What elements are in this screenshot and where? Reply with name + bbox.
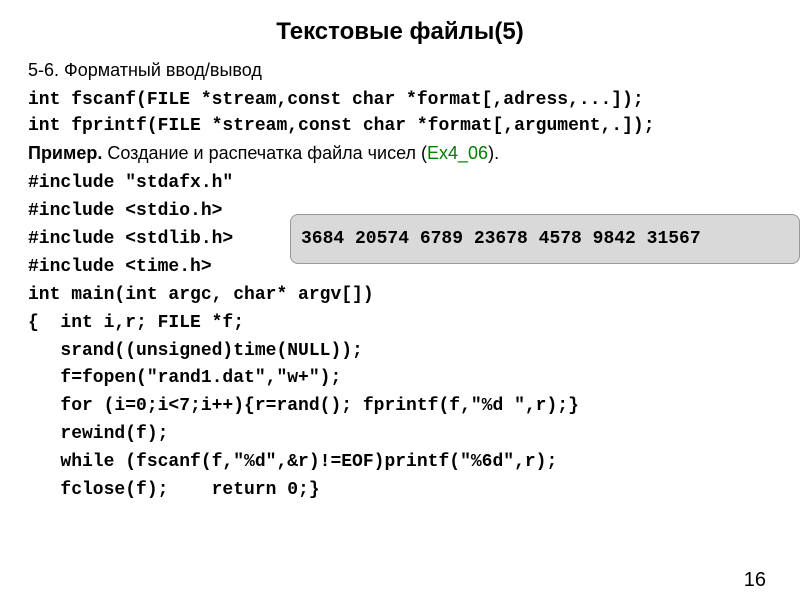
page-number: 16 [744,569,766,592]
example-link: Ex4_06 [427,143,488,163]
example-text: Создание и распечатка файла чисел ( [102,143,427,163]
fprintf-signature: int fprintf(FILE *stream,const char *for… [28,113,772,139]
output-box: 3684 20574 6789 23678 4578 9842 31567 [290,214,800,264]
slide-title: Текстовые файлы(5) [28,18,772,46]
example-description: Пример. Создание и распечатка файла чисе… [28,143,772,164]
example-label: Пример. [28,143,102,163]
fscanf-signature: int fscanf(FILE *stream,const char *form… [28,87,772,113]
example-tail: ). [488,143,499,163]
section-heading: 5-6. Форматный ввод/вывод [28,60,772,81]
